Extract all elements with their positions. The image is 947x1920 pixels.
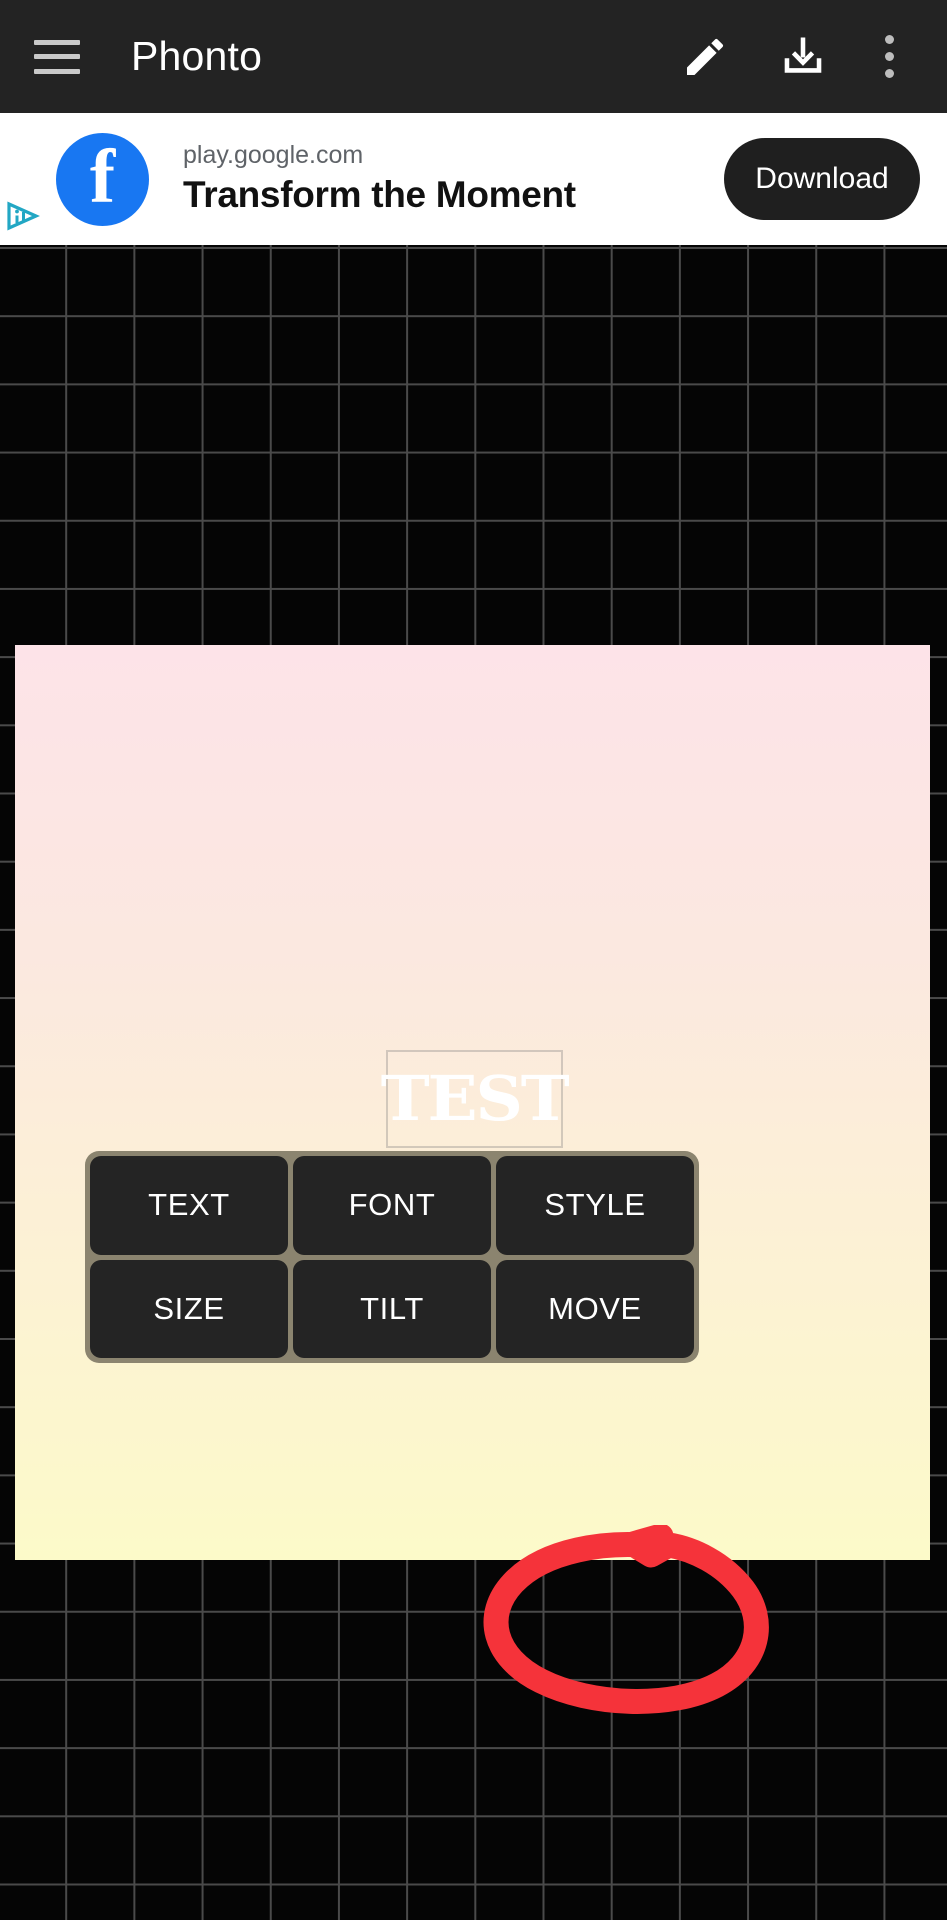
text-object-selection[interactable]: TEST	[381, 1050, 570, 1148]
image-canvas[interactable]: TEST TEXT FONT STYLE SIZE TILT MOVE	[15, 645, 930, 1714]
download-icon[interactable]	[767, 21, 839, 93]
hamburger-bar	[34, 39, 80, 45]
app-bar-actions	[669, 0, 947, 113]
text-tool-grid: TEXT FONT STYLE SIZE TILT MOVE	[85, 1151, 699, 1363]
kebab-dots	[884, 35, 894, 78]
adchoices-info-icon[interactable]	[6, 201, 46, 236]
three-dot-menu-icon[interactable]	[857, 21, 921, 93]
kebab-dot	[884, 52, 894, 61]
editor-workspace[interactable]: TEST TEXT FONT STYLE SIZE TILT MOVE	[0, 245, 947, 1920]
tool-button-font[interactable]: FONT	[293, 1156, 491, 1255]
facebook-logo-icon	[56, 132, 149, 226]
hamburger-bar	[34, 68, 80, 74]
tool-button-size[interactable]: SIZE	[90, 1259, 288, 1358]
app-bar: Phonto	[0, 0, 947, 113]
ad-text-block: play.google.com Transform the Moment	[183, 140, 576, 218]
kebab-dot	[884, 35, 894, 44]
text-object-value: TEST	[381, 1062, 570, 1135]
ad-download-button[interactable]: Download	[724, 138, 920, 220]
tool-button-move[interactable]: MOVE	[496, 1259, 694, 1358]
hamburger-menu-icon[interactable]	[34, 39, 80, 74]
annotation-circle-style	[455, 1523, 775, 1715]
tool-button-text[interactable]: TEXT	[90, 1156, 288, 1255]
hamburger-bar	[34, 54, 80, 59]
kebab-dot	[884, 69, 894, 78]
tool-button-style[interactable]: STYLE	[496, 1156, 694, 1255]
app-title: Phonto	[131, 33, 263, 79]
ad-banner[interactable]: ✕ play.google.com Transform the Moment D…	[0, 113, 947, 278]
pencil-icon[interactable]	[669, 21, 741, 93]
tool-button-tilt[interactable]: TILT	[293, 1259, 491, 1358]
ad-headline: Transform the Moment	[183, 173, 576, 215]
phone-screen: Phonto f play.google.com Transform the M…	[0, 0, 947, 1920]
ad-url: play.google.com	[183, 141, 364, 170]
